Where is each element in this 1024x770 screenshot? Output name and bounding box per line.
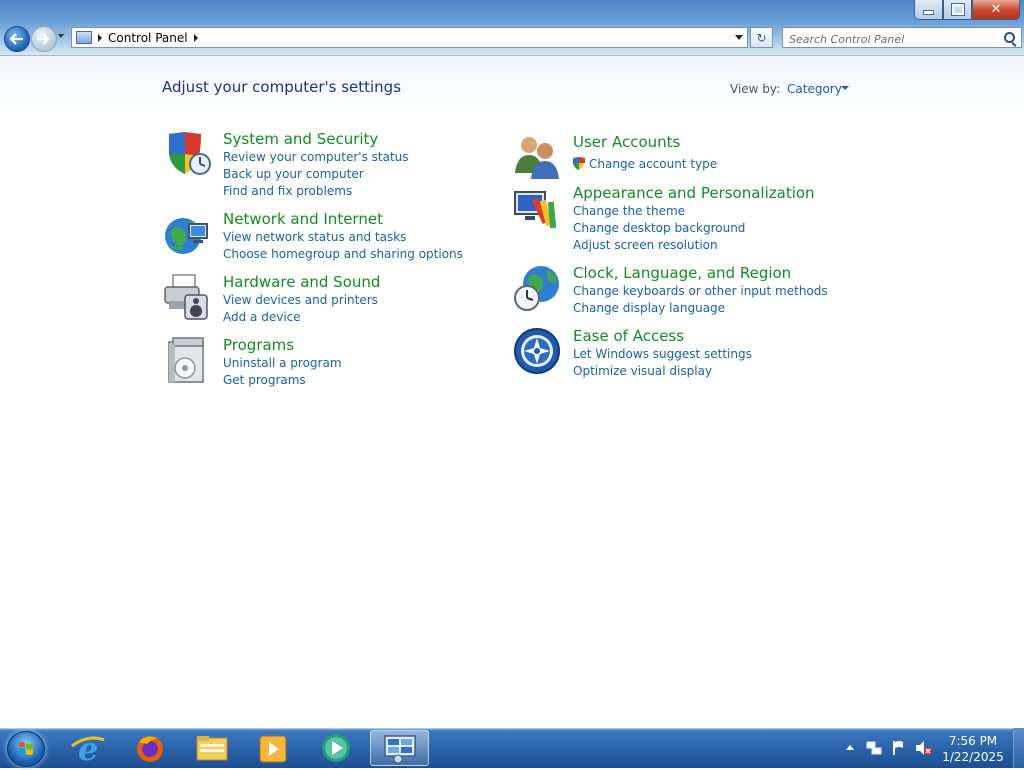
refresh-button[interactable]: ↻ <box>750 27 773 48</box>
show-desktop-button[interactable] <box>1013 728 1024 768</box>
link-review-status[interactable]: Review your computer's status <box>223 150 409 164</box>
link-windows-suggest-settings[interactable]: Let Windows suggest settings <box>573 347 752 361</box>
content-area <box>0 56 1024 728</box>
category-title[interactable]: Network and Internet <box>223 210 383 228</box>
programs-box-icon[interactable] <box>163 336 211 384</box>
link-back-up-computer[interactable]: Back up your computer <box>223 167 364 181</box>
address-bar[interactable]: Control Panel <box>71 27 748 48</box>
taskbar-clock[interactable]: 7:56 PM 1/22/2025 <box>938 733 1008 765</box>
taskbar-control-panel[interactable] <box>370 730 429 766</box>
link-view-network-status[interactable]: View network status and tasks <box>223 230 406 244</box>
users-icon[interactable] <box>513 133 561 181</box>
search-icon[interactable] <box>1004 32 1015 43</box>
back-button[interactable] <box>4 26 30 52</box>
shield-icon[interactable] <box>163 130 211 178</box>
search-input[interactable] <box>789 31 999 48</box>
back-arrow-icon <box>10 33 23 45</box>
taskbar-media-player[interactable] <box>246 730 300 766</box>
link-find-fix-problems[interactable]: Find and fix problems <box>223 184 352 198</box>
firefox-icon <box>137 736 163 762</box>
maximize-button[interactable] <box>943 0 972 20</box>
action-center-flag-icon[interactable] <box>891 740 907 756</box>
category-title[interactable]: Hardware and Sound <box>223 273 380 291</box>
close-icon: ✕ <box>990 2 1002 17</box>
link-get-programs[interactable]: Get programs <box>223 373 306 387</box>
link-adjust-resolution[interactable]: Adjust screen resolution <box>573 238 718 252</box>
link-change-account-type[interactable]: Change account type <box>589 157 717 171</box>
network-icon[interactable] <box>866 740 882 756</box>
category-title[interactable]: Ease of Access <box>573 327 684 345</box>
globe-clock-icon[interactable] <box>513 264 561 312</box>
forward-button[interactable] <box>31 26 57 52</box>
volume-muted-icon[interactable] <box>915 740 933 756</box>
link-change-keyboards[interactable]: Change keyboards or other input methods <box>573 284 828 298</box>
address-history-dropdown-icon[interactable] <box>735 35 743 40</box>
media-center-icon <box>322 734 350 762</box>
printer-speaker-icon[interactable] <box>163 273 211 321</box>
taskbar-firefox[interactable] <box>123 730 177 766</box>
clock-time: 7:56 PM <box>948 734 998 748</box>
clock-date: 1/22/2025 <box>942 750 1004 764</box>
windows-logo-icon <box>19 742 33 755</box>
category-title[interactable]: Programs <box>223 336 294 354</box>
network-globe-icon[interactable] <box>163 210 211 258</box>
breadcrumb-control-panel[interactable]: Control Panel <box>108 31 188 45</box>
link-view-devices-printers[interactable]: View devices and printers <box>223 293 378 307</box>
search-box[interactable] <box>782 27 1022 48</box>
taskbar-media-center[interactable] <box>308 730 362 766</box>
close-button[interactable]: ✕ <box>972 0 1020 20</box>
category-title[interactable]: User Accounts <box>573 133 680 151</box>
page-title: Adjust your computer's settings <box>162 78 402 96</box>
file-explorer-icon <box>196 736 228 761</box>
view-by-dropdown[interactable]: Category <box>787 82 842 96</box>
minimize-button[interactable] <box>914 0 943 20</box>
breadcrumb-separator-icon[interactable] <box>193 33 198 42</box>
recent-pages-dropdown[interactable] <box>58 34 64 38</box>
monitor-paint-icon[interactable] <box>513 184 561 232</box>
link-add-device[interactable]: Add a device <box>223 310 301 324</box>
ease-of-access-icon[interactable] <box>513 327 561 375</box>
breadcrumb-separator-icon[interactable] <box>98 33 102 42</box>
start-button[interactable] <box>7 731 45 767</box>
uac-shield-icon <box>573 157 585 170</box>
control-panel-icon <box>384 735 416 764</box>
link-change-theme[interactable]: Change the theme <box>573 204 685 218</box>
control-panel-small-icon <box>76 31 92 44</box>
show-hidden-icons-button[interactable] <box>846 745 854 750</box>
link-change-display-language[interactable]: Change display language <box>573 301 725 315</box>
taskbar-internet-explorer[interactable]: e <box>62 730 116 768</box>
link-uninstall-program[interactable]: Uninstall a program <box>223 356 342 370</box>
link-optimize-visual-display[interactable]: Optimize visual display <box>573 364 712 378</box>
minimize-icon <box>923 10 934 15</box>
category-title[interactable]: Appearance and Personalization <box>573 184 815 202</box>
view-by-label: View by: <box>730 82 781 96</box>
taskbar-file-explorer[interactable] <box>185 730 239 766</box>
window-controls: ✕ <box>914 0 1020 20</box>
refresh-icon: ↻ <box>756 30 767 45</box>
chevron-down-icon[interactable] <box>841 86 849 90</box>
internet-explorer-icon: e <box>71 730 105 768</box>
restore-icon <box>950 3 965 16</box>
link-change-desktop-background[interactable]: Change desktop background <box>573 221 745 235</box>
category-title[interactable]: System and Security <box>223 130 378 148</box>
svg-text:e: e <box>78 730 98 766</box>
forward-arrow-icon <box>38 33 50 45</box>
media-player-icon <box>259 735 287 763</box>
category-title[interactable]: Clock, Language, and Region <box>573 264 791 282</box>
link-homegroup-sharing[interactable]: Choose homegroup and sharing options <box>223 247 463 261</box>
